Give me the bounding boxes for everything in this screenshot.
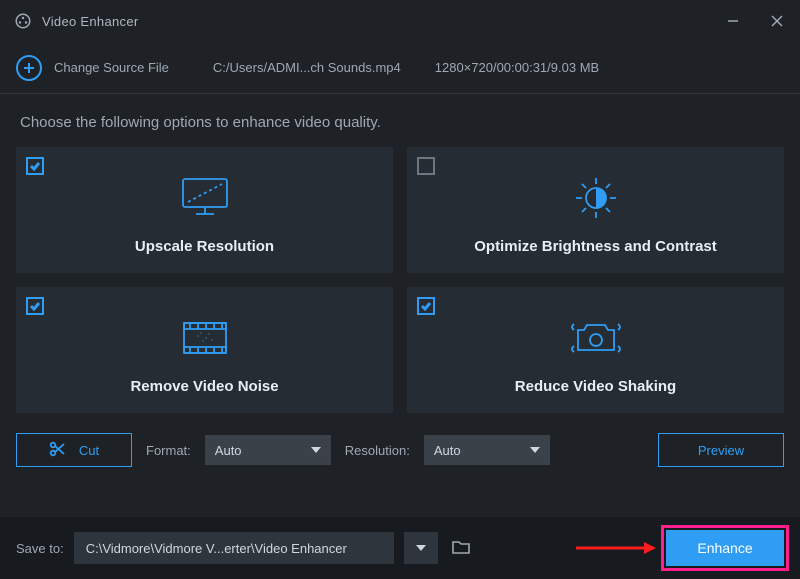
format-label: Format: — [146, 443, 191, 458]
chevron-down-icon — [311, 443, 321, 458]
checkbox-icon[interactable] — [26, 297, 44, 315]
window-controls — [722, 10, 788, 32]
arrow-annotation — [574, 540, 656, 556]
save-path-value: C:\Vidmore\Vidmore V...erter\Video Enhan… — [86, 541, 347, 556]
format-value: Auto — [215, 443, 242, 458]
enhance-label: Enhance — [697, 540, 752, 556]
checkbox-icon[interactable] — [417, 157, 435, 175]
resolution-label: Resolution: — [345, 443, 410, 458]
source-row: Change Source File C:/Users/ADMI...ch So… — [0, 42, 800, 94]
app-title: Video Enhancer — [42, 14, 138, 29]
option-brightness-contrast[interactable]: Optimize Brightness and Contrast — [407, 147, 784, 273]
add-source-icon[interactable] — [16, 55, 42, 81]
option-label: Optimize Brightness and Contrast — [474, 238, 717, 255]
format-dropdown[interactable]: Auto — [205, 435, 331, 465]
save-path-field[interactable]: C:\Vidmore\Vidmore V...erter\Video Enhan… — [74, 532, 394, 564]
cut-button[interactable]: Cut — [16, 433, 132, 467]
option-label: Reduce Video Shaking — [515, 378, 676, 395]
option-reduce-shaking[interactable]: Reduce Video Shaking — [407, 287, 784, 413]
option-remove-noise[interactable]: Remove Video Noise — [16, 287, 393, 413]
footer: Save to: C:\Vidmore\Vidmore V...erter\Vi… — [0, 517, 800, 579]
option-upscale-resolution[interactable]: Upscale Resolution — [16, 147, 393, 273]
checkbox-icon[interactable] — [417, 297, 435, 315]
app-icon — [14, 12, 32, 30]
preview-button[interactable]: Preview — [658, 433, 784, 467]
save-to-label: Save to: — [16, 541, 64, 556]
close-button[interactable] — [766, 10, 788, 32]
checkbox-icon[interactable] — [26, 157, 44, 175]
chevron-down-icon — [530, 443, 540, 458]
film-icon — [176, 308, 234, 368]
enhance-button[interactable]: Enhance — [666, 530, 784, 566]
save-path-dropdown[interactable] — [404, 532, 438, 564]
folder-icon — [451, 537, 471, 560]
chevron-down-icon — [416, 541, 426, 556]
change-source-button[interactable]: Change Source File — [54, 60, 169, 75]
resolution-value: Auto — [434, 443, 461, 458]
titlebar: Video Enhancer — [0, 0, 800, 42]
options-grid: Upscale Resolution Optimize Brightness a… — [0, 147, 800, 413]
camera-icon — [568, 308, 624, 368]
controls-row: Cut Format: Auto Resolution: Auto Previe… — [0, 413, 800, 467]
source-path: C:/Users/ADMI...ch Sounds.mp4 — [213, 60, 401, 75]
brightness-icon — [568, 168, 624, 228]
source-info: 1280×720/00:00:31/9.03 MB — [435, 60, 599, 75]
scissors-icon — [49, 441, 65, 460]
open-folder-button[interactable] — [448, 535, 474, 561]
resolution-dropdown[interactable]: Auto — [424, 435, 550, 465]
preview-label: Preview — [698, 443, 744, 458]
option-label: Upscale Resolution — [135, 238, 274, 255]
option-label: Remove Video Noise — [130, 378, 278, 395]
minimize-button[interactable] — [722, 10, 744, 32]
instruction-text: Choose the following options to enhance … — [0, 94, 800, 147]
cut-label: Cut — [79, 443, 99, 458]
monitor-icon — [176, 168, 234, 228]
